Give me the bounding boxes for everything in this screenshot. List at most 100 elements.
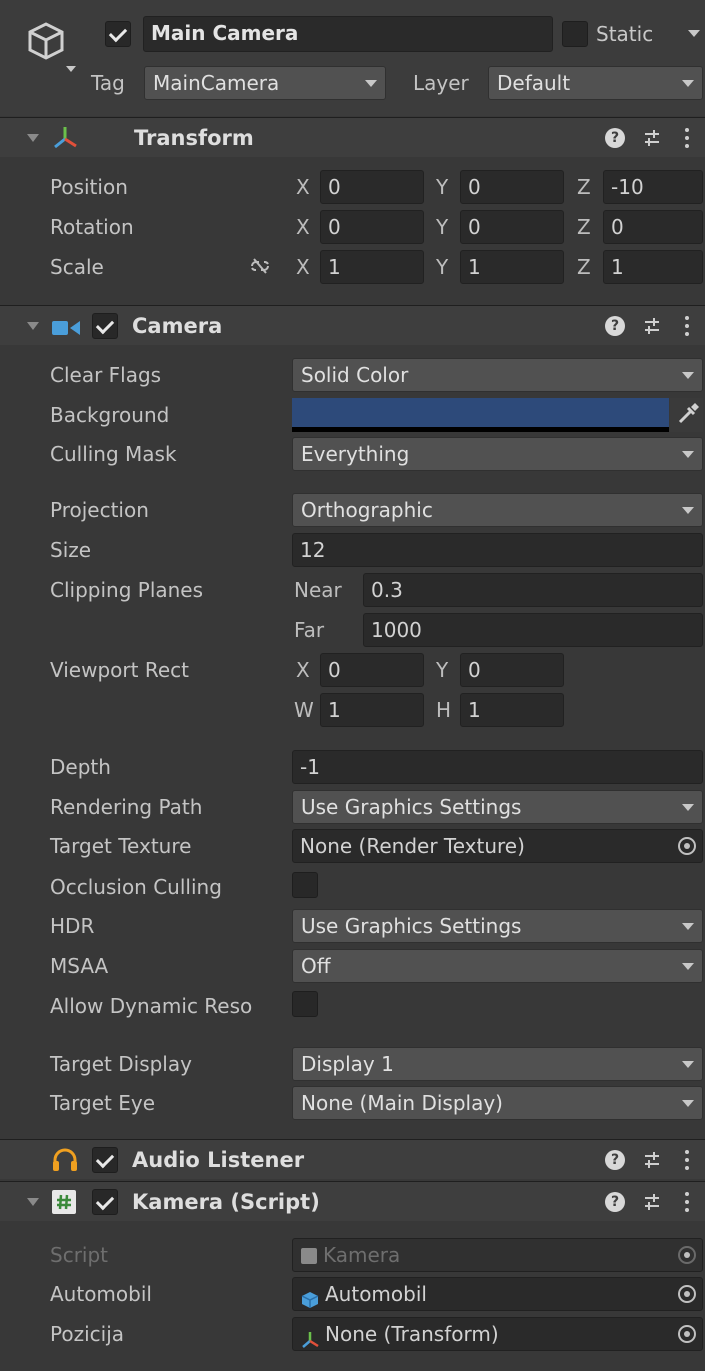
eyedropper-icon[interactable]	[670, 398, 703, 432]
rotation-x-field[interactable]: 0	[320, 210, 424, 244]
object-picker-icon[interactable]	[678, 1325, 696, 1343]
kamera-script-body: Script Kamera Automobil Automobil Pozici…	[0, 1222, 705, 1371]
projection-dropdown[interactable]: Orthographic	[292, 493, 703, 527]
help-icon[interactable]: ?	[605, 1192, 625, 1212]
foldout-arrow-icon[interactable]	[27, 1198, 39, 1206]
axis-x-label[interactable]: X	[296, 170, 310, 204]
target-display-dropdown[interactable]: Display 1	[292, 1047, 703, 1081]
far-label[interactable]: Far	[294, 613, 324, 647]
object-picker-icon[interactable]	[678, 837, 696, 855]
size-field[interactable]: 12	[292, 533, 703, 567]
rendering-path-dropdown[interactable]: Use Graphics Settings	[292, 790, 703, 824]
more-options-icon[interactable]	[685, 1150, 689, 1170]
layer-dropdown[interactable]: Default	[488, 66, 703, 100]
depth-field[interactable]: -1	[292, 750, 703, 784]
scale-label: Scale	[50, 255, 104, 279]
far-field[interactable]: 1000	[363, 613, 703, 647]
static-checkbox[interactable]	[562, 21, 588, 47]
more-options-icon[interactable]	[685, 316, 689, 336]
position-y-field[interactable]: 0	[460, 170, 564, 204]
audio-listener-enabled-checkbox[interactable]	[92, 1147, 118, 1173]
axis-y-label[interactable]: Y	[436, 250, 448, 284]
gameobject-active-checkbox[interactable]	[105, 21, 131, 47]
kamera-enabled-checkbox[interactable]	[92, 1189, 118, 1215]
chevron-down-icon	[682, 923, 694, 930]
help-icon[interactable]: ?	[605, 1150, 625, 1170]
object-picker-icon[interactable]	[678, 1285, 696, 1303]
chevron-down-icon	[365, 80, 377, 87]
pozicija-field[interactable]: None (Transform)	[292, 1317, 703, 1351]
target-eye-dropdown[interactable]: None (Main Display)	[292, 1086, 703, 1120]
rotation-y-field[interactable]: 0	[460, 210, 564, 244]
position-x-field[interactable]: 0	[320, 170, 424, 204]
msaa-value: Off	[301, 954, 331, 978]
clear-flags-dropdown[interactable]: Solid Color	[292, 358, 703, 392]
presets-icon[interactable]	[643, 1193, 661, 1211]
constrain-proportions-icon[interactable]	[248, 256, 272, 276]
hdr-value: Use Graphics Settings	[301, 914, 522, 938]
viewport-w-field[interactable]: 1	[320, 693, 424, 727]
chevron-down-icon	[682, 507, 694, 514]
target-eye-label: Target Eye	[50, 1091, 156, 1115]
near-label[interactable]: Near	[294, 573, 342, 607]
axis-x-label[interactable]: X	[296, 210, 310, 244]
transform-header[interactable]: Transform ?	[0, 117, 705, 157]
viewport-h-label[interactable]: H	[436, 693, 451, 727]
camera-header[interactable]: Camera ?	[0, 305, 705, 345]
presets-icon[interactable]	[643, 1151, 661, 1169]
axis-y-label[interactable]: Y	[436, 170, 448, 204]
axis-z-label[interactable]: Z	[577, 210, 591, 244]
gameobject-name-field[interactable]: Main Camera	[143, 16, 553, 52]
chevron-down-icon	[682, 1061, 694, 1068]
viewport-y-field[interactable]: 0	[460, 653, 564, 687]
scale-y-field[interactable]: 1	[460, 250, 564, 284]
gameobject-cube-icon	[301, 1286, 319, 1308]
axis-z-label[interactable]: Z	[577, 170, 591, 204]
target-texture-field[interactable]: None (Render Texture)	[292, 829, 703, 863]
chevron-down-icon	[682, 804, 694, 811]
rotation-z-field[interactable]: 0	[603, 210, 703, 244]
automobil-value: Automobil	[325, 1282, 427, 1306]
camera-enabled-checkbox[interactable]	[92, 313, 118, 339]
viewport-x-label[interactable]: X	[296, 653, 310, 687]
hdr-dropdown[interactable]: Use Graphics Settings	[292, 909, 703, 943]
component-header-icons: ?	[605, 314, 695, 338]
foldout-arrow-icon[interactable]	[27, 322, 39, 330]
axis-x-label[interactable]: X	[296, 250, 310, 284]
component-header-icons: ?	[605, 1190, 695, 1214]
msaa-dropdown[interactable]: Off	[292, 949, 703, 983]
automobil-field[interactable]: Automobil	[292, 1277, 703, 1311]
audio-listener-title: Audio Listener	[132, 1148, 305, 1172]
more-options-icon[interactable]	[685, 128, 689, 148]
static-dropdown-arrow-icon[interactable]	[688, 30, 700, 37]
scale-z-field[interactable]: 1	[603, 250, 703, 284]
scale-x-field[interactable]: 1	[320, 250, 424, 284]
presets-icon[interactable]	[643, 129, 661, 147]
presets-icon[interactable]	[643, 317, 661, 335]
position-z-field[interactable]: -10	[603, 170, 703, 204]
viewport-w-label[interactable]: W	[294, 693, 314, 727]
position-label: Position	[50, 175, 128, 199]
automobil-label: Automobil	[50, 1282, 152, 1306]
audio-listener-header[interactable]: Audio Listener ?	[0, 1139, 705, 1179]
background-color-field[interactable]	[292, 398, 669, 432]
viewport-h-field[interactable]: 1	[460, 693, 564, 727]
near-field[interactable]: 0.3	[363, 573, 703, 607]
more-options-icon[interactable]	[685, 1192, 689, 1212]
foldout-arrow-icon[interactable]	[27, 134, 39, 142]
gameobject-header: Main Camera Static Tag MainCamera Layer …	[0, 0, 705, 116]
viewport-y-label[interactable]: Y	[436, 653, 448, 687]
culling-mask-dropdown[interactable]: Everything	[292, 437, 703, 471]
tag-dropdown[interactable]: MainCamera	[144, 66, 386, 100]
size-label: Size	[50, 538, 92, 562]
axis-y-label[interactable]: Y	[436, 210, 448, 244]
help-icon[interactable]: ?	[605, 316, 625, 336]
axis-z-label[interactable]: Z	[577, 250, 591, 284]
occlusion-culling-checkbox[interactable]	[292, 872, 318, 898]
dynamic-resolution-checkbox[interactable]	[292, 991, 318, 1017]
viewport-x-field[interactable]: 0	[320, 653, 424, 687]
viewport-rect-label: Viewport Rect	[50, 658, 189, 682]
help-icon[interactable]: ?	[605, 128, 625, 148]
gameobject-cube-icon[interactable]	[22, 18, 78, 74]
kamera-script-header[interactable]: Kamera (Script) ?	[0, 1181, 705, 1221]
